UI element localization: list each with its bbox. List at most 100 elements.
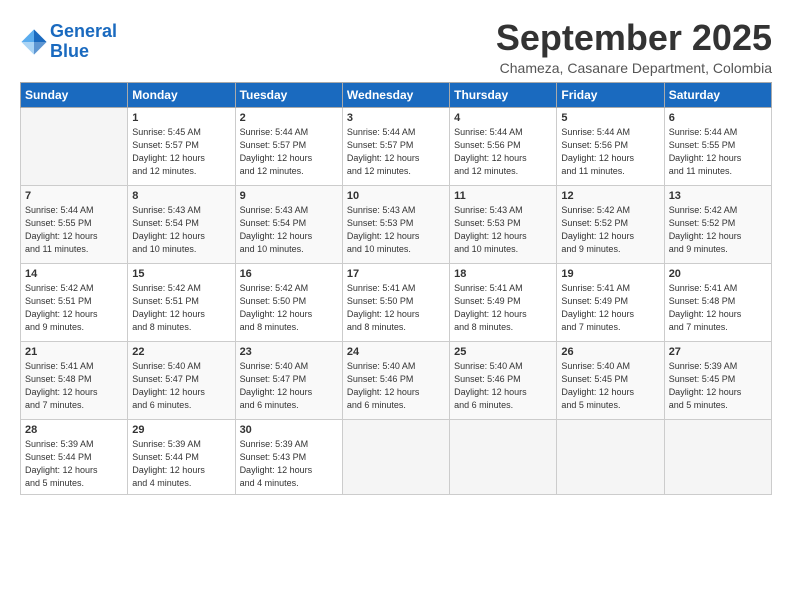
cell-info: Sunrise: 5:39 AM Sunset: 5:44 PM Dayligh… [25, 438, 123, 490]
cell-info: Sunrise: 5:44 AM Sunset: 5:57 PM Dayligh… [347, 126, 445, 178]
calendar-cell: 6 Sunrise: 5:44 AM Sunset: 5:55 PM Daylig… [664, 107, 771, 185]
cell-info: Sunrise: 5:43 AM Sunset: 5:53 PM Dayligh… [347, 204, 445, 256]
day-number: 25 [454, 346, 552, 358]
calendar-cell: 27 Sunrise: 5:39 AM Sunset: 5:45 PM Dayli… [664, 341, 771, 419]
week-row-1: 1Sunrise: 5:45 AM Sunset: 5:57 PM Daylig… [21, 107, 772, 185]
day-number: 24 [347, 346, 445, 358]
week-row-4: 21Sunrise: 5:41 AM Sunset: 5:48 PM Dayli… [21, 341, 772, 419]
weekday-header-wednesday: Wednesday [342, 82, 449, 107]
day-number: 21 [25, 346, 123, 358]
logo-icon [20, 28, 48, 56]
calendar-cell: 2 Sunrise: 5:44 AM Sunset: 5:57 PM Daylig… [235, 107, 342, 185]
cell-info: Sunrise: 5:41 AM Sunset: 5:49 PM Dayligh… [561, 282, 659, 334]
cell-info: Sunrise: 5:44 AM Sunset: 5:56 PM Dayligh… [561, 126, 659, 178]
weekday-header-friday: Friday [557, 82, 664, 107]
day-number: 12 [561, 190, 659, 202]
calendar-cell: 25Sunrise: 5:40 AM Sunset: 5:46 PM Dayli… [450, 341, 557, 419]
cell-info: Sunrise: 5:44 AM Sunset: 5:56 PM Dayligh… [454, 126, 552, 178]
day-number: 14 [25, 268, 123, 280]
cell-info: Sunrise: 5:40 AM Sunset: 5:46 PM Dayligh… [347, 360, 445, 412]
cell-info: Sunrise: 5:39 AM Sunset: 5:44 PM Dayligh… [132, 438, 230, 490]
day-number: 27 [669, 346, 767, 358]
day-number: 28 [25, 424, 123, 436]
calendar-cell [21, 107, 128, 185]
calendar-cell: 3 Sunrise: 5:44 AM Sunset: 5:57 PM Daylig… [342, 107, 449, 185]
logo: General Blue [20, 22, 117, 62]
weekday-header-monday: Monday [128, 82, 235, 107]
cell-info: Sunrise: 5:40 AM Sunset: 5:47 PM Dayligh… [132, 360, 230, 412]
calendar-cell: 16Sunrise: 5:42 AM Sunset: 5:50 PM Dayli… [235, 263, 342, 341]
day-number: 19 [561, 268, 659, 280]
page: General Blue September 2025 Chameza, Cas… [0, 0, 792, 612]
calendar-cell: 9 Sunrise: 5:43 AM Sunset: 5:54 PM Daylig… [235, 185, 342, 263]
calendar-cell: 17 Sunrise: 5:41 AM Sunset: 5:50 PM Dayli… [342, 263, 449, 341]
day-number: 3 [347, 112, 445, 124]
day-number: 22 [132, 346, 230, 358]
weekday-header-row: SundayMondayTuesdayWednesdayThursdayFrid… [21, 82, 772, 107]
calendar-cell: 18Sunrise: 5:41 AM Sunset: 5:49 PM Dayli… [450, 263, 557, 341]
calendar-cell: 5 Sunrise: 5:44 AM Sunset: 5:56 PM Daylig… [557, 107, 664, 185]
day-number: 23 [240, 346, 338, 358]
calendar-cell: 22 Sunrise: 5:40 AM Sunset: 5:47 PM Dayli… [128, 341, 235, 419]
calendar-cell: 21Sunrise: 5:41 AM Sunset: 5:48 PM Dayli… [21, 341, 128, 419]
day-number: 7 [25, 190, 123, 202]
calendar-cell [342, 419, 449, 494]
cell-info: Sunrise: 5:44 AM Sunset: 5:55 PM Dayligh… [669, 126, 767, 178]
cell-info: Sunrise: 5:44 AM Sunset: 5:57 PM Dayligh… [240, 126, 338, 178]
cell-info: Sunrise: 5:42 AM Sunset: 5:52 PM Dayligh… [561, 204, 659, 256]
day-number: 18 [454, 268, 552, 280]
calendar-cell [450, 419, 557, 494]
calendar-cell: 15 Sunrise: 5:42 AM Sunset: 5:51 PM Dayli… [128, 263, 235, 341]
cell-info: Sunrise: 5:42 AM Sunset: 5:51 PM Dayligh… [132, 282, 230, 334]
calendar-table: SundayMondayTuesdayWednesdayThursdayFrid… [20, 82, 772, 495]
logo-line2: Blue [50, 41, 89, 61]
subtitle: Chameza, Casanare Department, Colombia [496, 60, 772, 76]
day-number: 2 [240, 112, 338, 124]
cell-info: Sunrise: 5:44 AM Sunset: 5:55 PM Dayligh… [25, 204, 123, 256]
calendar-cell: 8 Sunrise: 5:43 AM Sunset: 5:54 PM Daylig… [128, 185, 235, 263]
weekday-header-saturday: Saturday [664, 82, 771, 107]
calendar-cell [557, 419, 664, 494]
day-number: 15 [132, 268, 230, 280]
day-number: 13 [669, 190, 767, 202]
calendar-cell: 7 Sunrise: 5:44 AM Sunset: 5:55 PM Daylig… [21, 185, 128, 263]
month-title: September 2025 [496, 18, 772, 58]
cell-info: Sunrise: 5:42 AM Sunset: 5:51 PM Dayligh… [25, 282, 123, 334]
calendar-cell [664, 419, 771, 494]
title-block: September 2025 Chameza, Casanare Departm… [496, 18, 772, 76]
header: General Blue September 2025 Chameza, Cas… [20, 18, 772, 76]
calendar-cell: 1Sunrise: 5:45 AM Sunset: 5:57 PM Daylig… [128, 107, 235, 185]
logo-line1: General [50, 21, 117, 41]
cell-info: Sunrise: 5:41 AM Sunset: 5:50 PM Dayligh… [347, 282, 445, 334]
cell-info: Sunrise: 5:43 AM Sunset: 5:54 PM Dayligh… [240, 204, 338, 256]
cell-info: Sunrise: 5:43 AM Sunset: 5:54 PM Dayligh… [132, 204, 230, 256]
day-number: 11 [454, 190, 552, 202]
calendar-cell: 23 Sunrise: 5:40 AM Sunset: 5:47 PM Dayli… [235, 341, 342, 419]
cell-info: Sunrise: 5:40 AM Sunset: 5:45 PM Dayligh… [561, 360, 659, 412]
calendar-cell: 29 Sunrise: 5:39 AM Sunset: 5:44 PM Dayli… [128, 419, 235, 494]
logo-text: General Blue [50, 22, 117, 62]
cell-info: Sunrise: 5:42 AM Sunset: 5:52 PM Dayligh… [669, 204, 767, 256]
cell-info: Sunrise: 5:39 AM Sunset: 5:45 PM Dayligh… [669, 360, 767, 412]
weekday-header-tuesday: Tuesday [235, 82, 342, 107]
day-number: 17 [347, 268, 445, 280]
cell-info: Sunrise: 5:39 AM Sunset: 5:43 PM Dayligh… [240, 438, 338, 490]
weekday-header-sunday: Sunday [21, 82, 128, 107]
calendar-cell: 24 Sunrise: 5:40 AM Sunset: 5:46 PM Dayli… [342, 341, 449, 419]
day-number: 8 [132, 190, 230, 202]
day-number: 20 [669, 268, 767, 280]
day-number: 9 [240, 190, 338, 202]
calendar-cell: 4Sunrise: 5:44 AM Sunset: 5:56 PM Daylig… [450, 107, 557, 185]
day-number: 29 [132, 424, 230, 436]
calendar-cell: 20 Sunrise: 5:41 AM Sunset: 5:48 PM Dayli… [664, 263, 771, 341]
cell-info: Sunrise: 5:40 AM Sunset: 5:47 PM Dayligh… [240, 360, 338, 412]
weekday-header-thursday: Thursday [450, 82, 557, 107]
calendar-cell: 10 Sunrise: 5:43 AM Sunset: 5:53 PM Dayli… [342, 185, 449, 263]
cell-info: Sunrise: 5:41 AM Sunset: 5:48 PM Dayligh… [669, 282, 767, 334]
calendar-cell: 14 Sunrise: 5:42 AM Sunset: 5:51 PM Dayli… [21, 263, 128, 341]
day-number: 30 [240, 424, 338, 436]
day-number: 10 [347, 190, 445, 202]
day-number: 5 [561, 112, 659, 124]
day-number: 6 [669, 112, 767, 124]
week-row-2: 7 Sunrise: 5:44 AM Sunset: 5:55 PM Daylig… [21, 185, 772, 263]
